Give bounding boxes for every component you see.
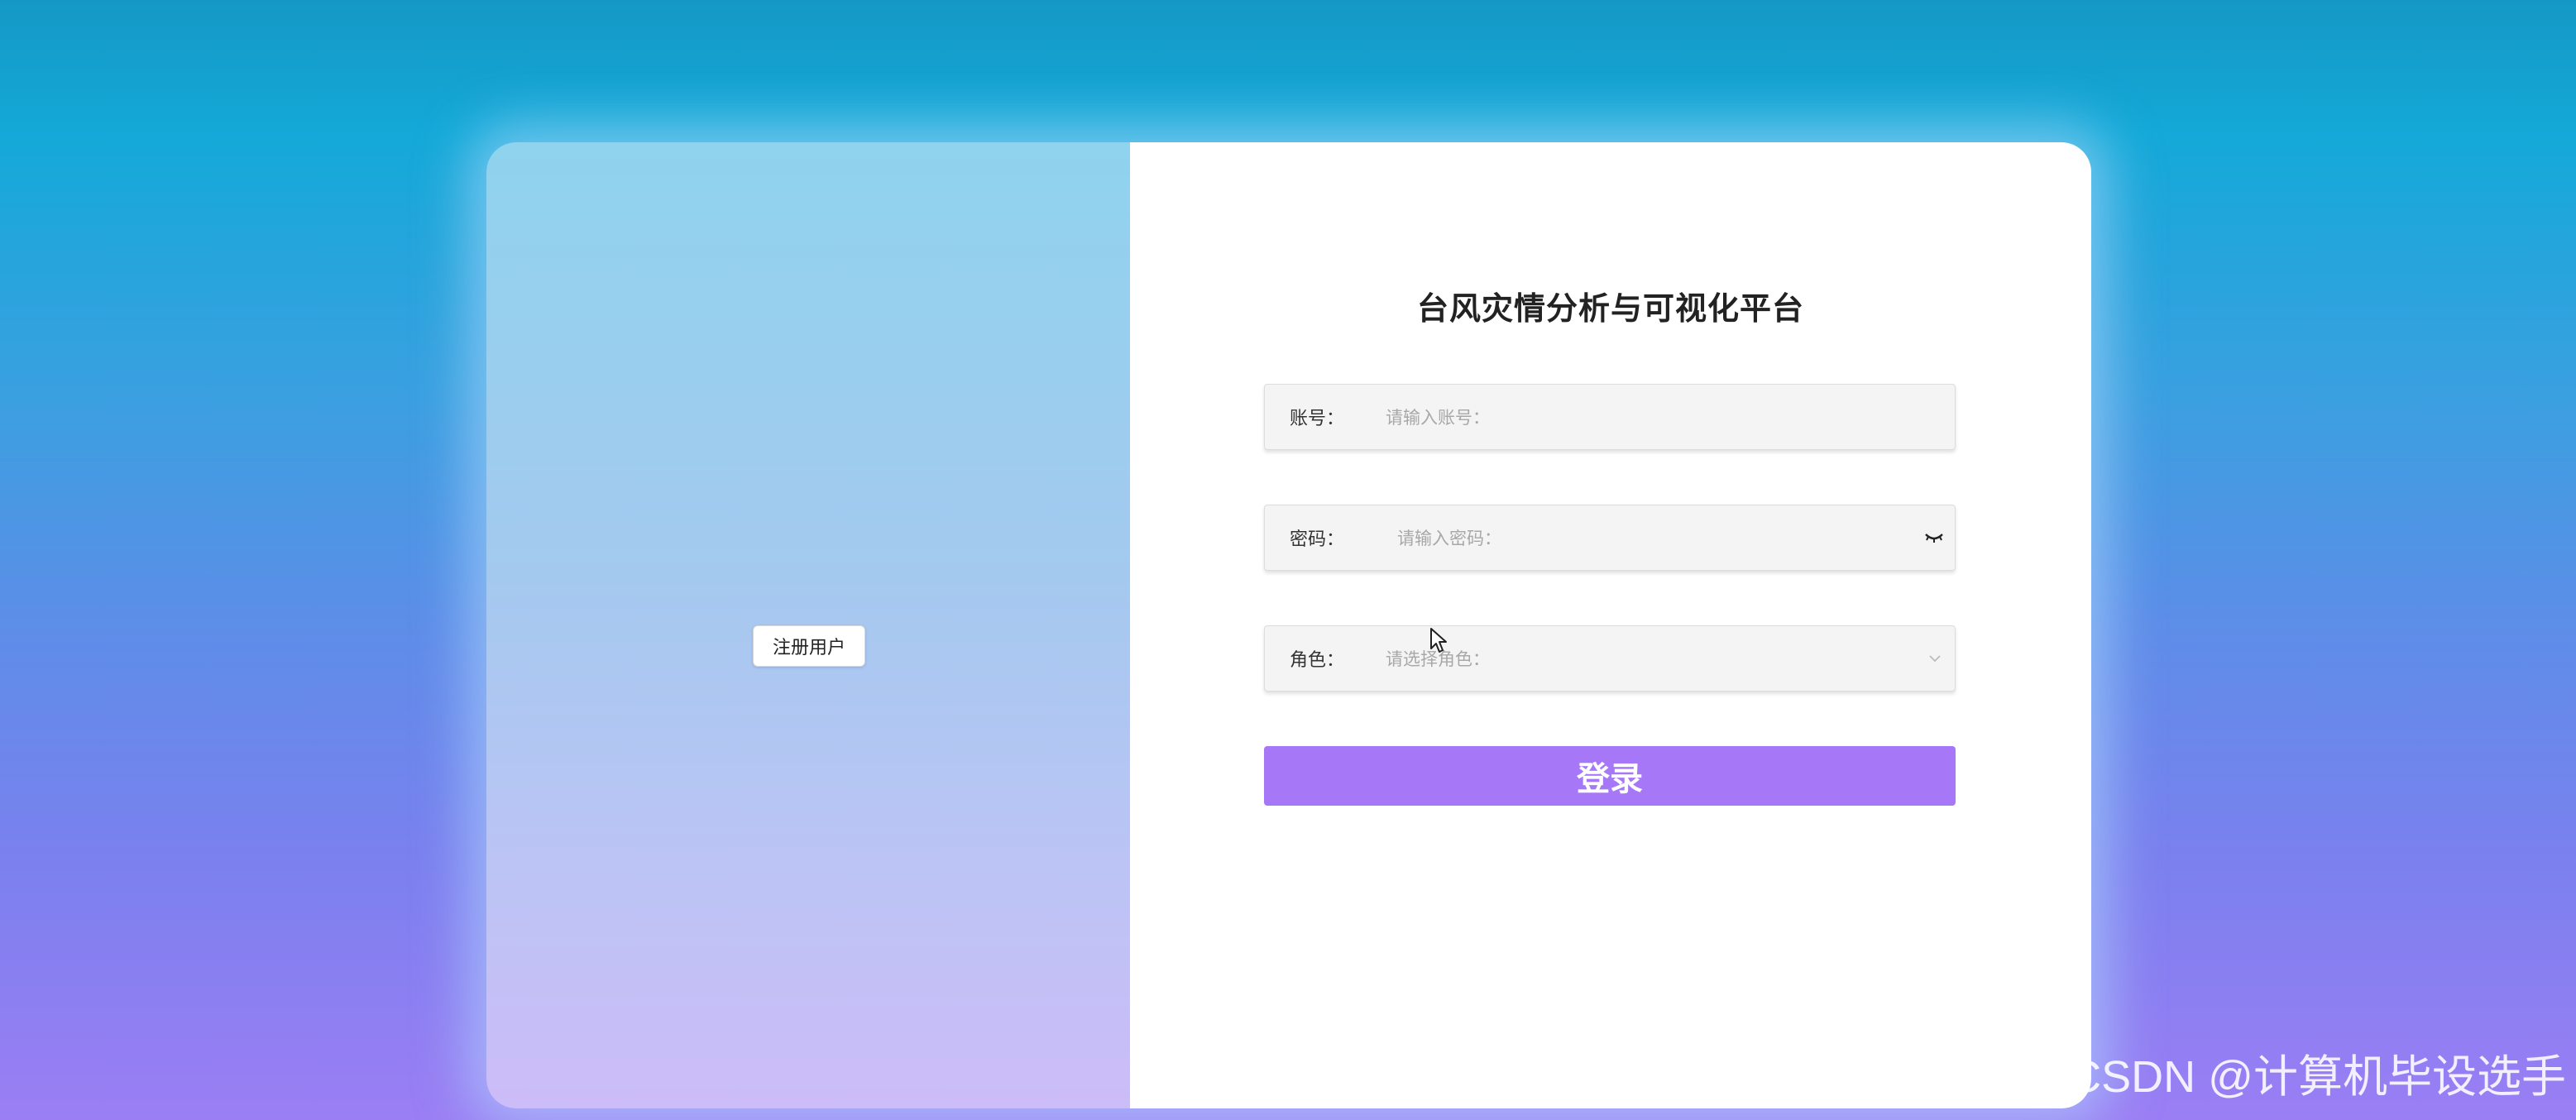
login-button[interactable]: 登录 (1264, 746, 1956, 806)
role-select[interactable]: 角色： 请选择角色： (1264, 625, 1956, 692)
eye-closed-icon[interactable] (1922, 529, 1946, 546)
password-field[interactable]: 密码： 请输入密码： (1264, 505, 1956, 571)
chevron-down-icon[interactable] (1923, 650, 1946, 667)
role-label: 角色： (1290, 650, 1345, 671)
username-field[interactable]: 账号： 请输入账号： (1264, 384, 1956, 450)
role-select-value[interactable]: 请选择角色： (1372, 646, 1923, 671)
login-card: 注册用户 台风灾情分析与可视化平台 账号： 请输入账号： 密码： 请输入密码： … (486, 142, 2091, 1108)
login-form-panel: 台风灾情分析与可视化平台 账号： 请输入账号： 密码： 请输入密码： 角色： 请… (1130, 142, 2091, 1108)
password-label: 密码： (1290, 529, 1345, 550)
mouse-cursor-icon (1430, 628, 1447, 653)
password-input[interactable]: 请输入密码： (1372, 525, 1922, 550)
username-input[interactable]: 请输入账号： (1372, 404, 1955, 429)
register-user-button[interactable]: 注册用户 (753, 625, 865, 667)
page-title: 台风灾情分析与可视化平台 (1416, 290, 1804, 327)
watermark: CSDN @计算机毕设选手 (2069, 1052, 2566, 1102)
username-label: 账号： (1290, 409, 1345, 429)
left-panel: 注册用户 (486, 142, 1130, 1108)
